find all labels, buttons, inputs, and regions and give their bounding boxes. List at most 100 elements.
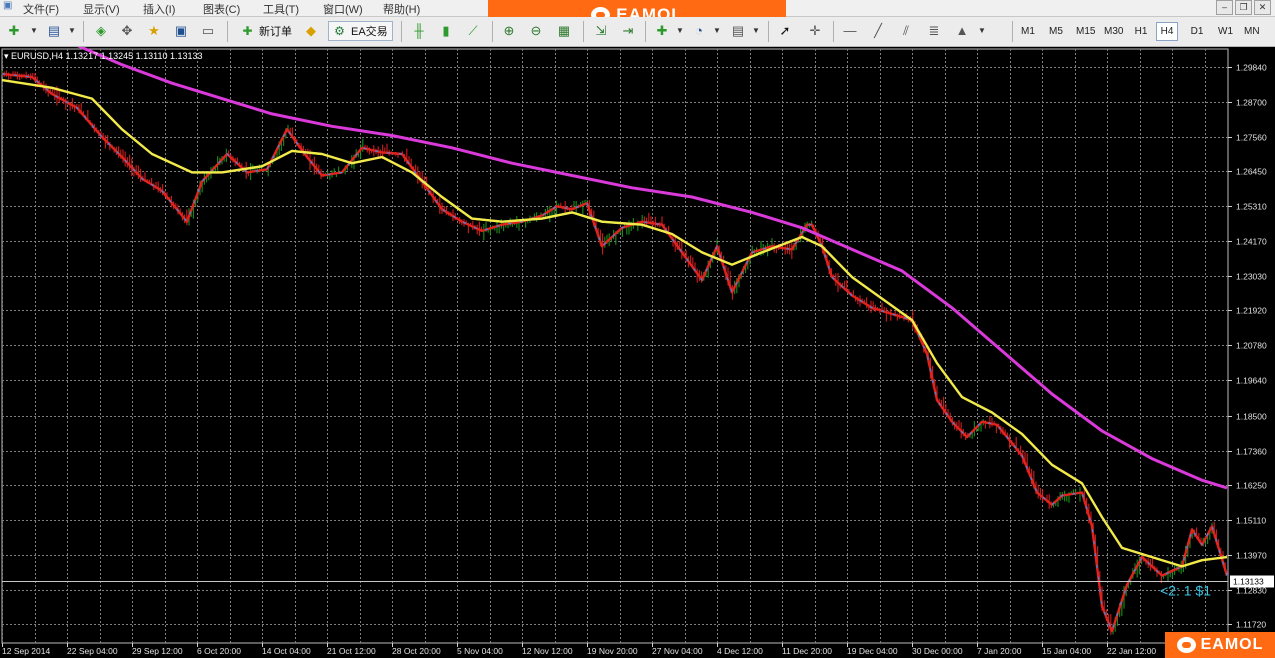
menu-tools[interactable]: 工具(T) <box>263 1 299 17</box>
fibonacci-icon[interactable]: ≣ <box>925 22 943 40</box>
restore-button[interactable]: ❐ <box>1235 0 1252 15</box>
x-tick-label: 5 Nov 04:00 <box>457 646 503 656</box>
timeframe-h4[interactable]: H4 <box>1156 22 1178 41</box>
ea-trading-icon: ⚙ <box>334 24 345 38</box>
x-tick-label: 11 Dec 20:00 <box>782 646 832 656</box>
crosshair-icon[interactable]: ✛ <box>806 22 824 40</box>
y-tick-label: 1.26450 <box>1236 167 1267 177</box>
navigator-icon[interactable]: ✥ <box>118 22 136 40</box>
new-order-icon: ✚ <box>242 24 253 38</box>
data-window-icon[interactable]: ★ <box>145 22 163 40</box>
y-tick-label: 1.25310 <box>1236 202 1267 212</box>
y-tick-label: 1.11720 <box>1236 620 1266 630</box>
zoom-out-icon[interactable]: ⊖ <box>527 22 545 40</box>
timeframe-d1[interactable]: D1 <box>1186 22 1208 41</box>
new-order-button[interactable]: ✚ 新订单 <box>236 21 297 41</box>
toolbar-separator <box>83 21 84 42</box>
y-tick-label: 1.28700 <box>1236 98 1267 108</box>
timeframe-h1[interactable]: H1 <box>1130 22 1152 41</box>
toolbar-separator <box>227 21 228 42</box>
templates-icon[interactable]: ▤ <box>729 22 747 40</box>
autoscroll-icon[interactable]: ⇲ <box>592 22 610 40</box>
cursor-icon[interactable]: ➚ <box>776 22 794 40</box>
y-tick-label: 1.19640 <box>1236 376 1267 386</box>
timeframe-m15[interactable]: M15 <box>1072 22 1099 41</box>
menu-insert[interactable]: 插入(I) <box>143 1 175 17</box>
terminal-icon[interactable]: ▣ <box>172 22 190 40</box>
toolbar: ✚ ▼ ▤ ▼ ◈ ✥ ★ ▣ ▭ ✚ 新订单 ◆ ⚙ EA交易 ╫ ▮ ⟋ ⊕… <box>0 17 1275 47</box>
price-chart[interactable]: 1.29840 1.28700 1.27560 1.26450 1.25310 1.241… <box>0 47 1275 658</box>
trendline-icon[interactable]: ╱ <box>869 22 887 40</box>
x-tick-label: 12 Nov 12:00 <box>522 646 573 656</box>
strategy-tester-icon[interactable]: ▭ <box>199 22 217 40</box>
brand-watermark: EAMOL <box>1165 632 1275 658</box>
ea-trading-button[interactable]: ⚙ EA交易 <box>328 21 393 41</box>
y-tick-label: 1.18500 <box>1236 412 1267 422</box>
timeframe-m1[interactable]: M1 <box>1017 22 1039 41</box>
brand-logo-icon <box>1176 637 1196 653</box>
y-tick-label: 1.20780 <box>1236 341 1267 351</box>
menu-charts[interactable]: 图表(C) <box>203 1 240 17</box>
close-button[interactable]: ✕ <box>1254 0 1271 15</box>
bar-chart-icon[interactable]: ╫ <box>410 22 428 40</box>
x-tick-label: 19 Dec 04:00 <box>847 646 898 656</box>
dropdown-icon[interactable]: ▼ <box>671 22 689 40</box>
y-tick-label: 1.23030 <box>1236 272 1267 282</box>
x-tick-label: 19 Nov 20:00 <box>587 646 638 656</box>
dropdown-icon[interactable]: ▼ <box>973 22 991 40</box>
overlay-text: <2: 1 $1 <box>1160 583 1211 599</box>
toolbar-separator <box>492 21 493 42</box>
dropdown-icon[interactable]: ▼ <box>63 22 81 40</box>
profiles-icon[interactable]: ▤ <box>45 22 63 40</box>
x-tick-label: 28 Oct 20:00 <box>392 646 441 656</box>
timeframe-w1[interactable]: W1 <box>1214 22 1237 41</box>
collapse-arrow-icon[interactable]: ▾ <box>4 51 11 61</box>
indicators-icon[interactable]: ✚ <box>653 22 671 40</box>
symbol-info: ▾ EURUSD,H4 1.13217 1.13245 1.13110 1.13… <box>4 51 203 62</box>
chart-shift-icon[interactable]: ⇥ <box>619 22 637 40</box>
y-tick-label: 1.29840 <box>1236 63 1267 73</box>
menu-file[interactable]: 文件(F) <box>23 1 59 17</box>
new-chart-icon[interactable]: ✚ <box>5 22 23 40</box>
fast-ma-line <box>1 78 1228 568</box>
menu-view[interactable]: 显示(V) <box>83 1 120 17</box>
channel-icon[interactable]: ⫽ <box>897 22 915 40</box>
x-tick-label: 12 Sep 2014 <box>2 646 50 656</box>
periods-icon[interactable]: ◔ <box>690 22 708 40</box>
dropdown-icon[interactable]: ▼ <box>747 22 765 40</box>
toolbar-separator <box>401 21 402 42</box>
app-icon[interactable]: ▣ <box>3 0 12 11</box>
chart-window[interactable]: 1.29840 1.28700 1.27560 1.26450 1.25310 1.241… <box>0 47 1275 658</box>
dropdown-icon[interactable]: ▼ <box>708 22 726 40</box>
timeframe-m5[interactable]: M5 <box>1045 22 1067 41</box>
slow-ma-line <box>77 47 1228 490</box>
hline-icon[interactable]: ― <box>841 22 859 40</box>
candlestick-icon[interactable]: ▮ <box>437 22 455 40</box>
toolbar-separator <box>1012 21 1013 42</box>
brand-watermark-name: EAMOL <box>1200 636 1264 653</box>
ea-trading-label: EA交易 <box>351 26 388 38</box>
x-tick-label: 27 Nov 04:00 <box>652 646 703 656</box>
market-watch-icon[interactable]: ◈ <box>92 22 110 40</box>
y-tick-label: 1.17360 <box>1236 447 1267 457</box>
dropdown-icon[interactable]: ▼ <box>25 22 43 40</box>
metaeditor-icon[interactable]: ◆ <box>302 22 320 40</box>
y-tick-label: 1.16250 <box>1236 481 1267 491</box>
line-chart-icon[interactable]: ⟋ <box>464 22 482 40</box>
minimize-button[interactable]: – <box>1216 0 1233 15</box>
menu-help[interactable]: 帮助(H) <box>383 1 420 17</box>
tile-windows-icon[interactable]: ▦ <box>555 22 573 40</box>
price-trend-line <box>1 72 1229 633</box>
timeframe-mn[interactable]: MN <box>1240 22 1264 41</box>
symbol-info-text: EURUSD,H4 1.13217 1.13245 1.13110 1.1313… <box>11 51 203 61</box>
menu-window[interactable]: 窗口(W) <box>323 1 363 17</box>
x-tick-label: 22 Sep 04:00 <box>67 646 118 656</box>
triangle-icon[interactable]: ▲ <box>953 22 971 40</box>
timeframe-m30[interactable]: M30 <box>1100 22 1127 41</box>
zoom-in-icon[interactable]: ⊕ <box>500 22 518 40</box>
y-tick-label: 1.13970 <box>1236 551 1267 561</box>
y-tick-label: 1.27560 <box>1236 133 1267 143</box>
y-tick-label: 1.21920 <box>1236 306 1267 316</box>
signal-ma-line <box>441 196 643 226</box>
x-tick-label: 22 Jan 12:00 <box>1107 646 1156 656</box>
